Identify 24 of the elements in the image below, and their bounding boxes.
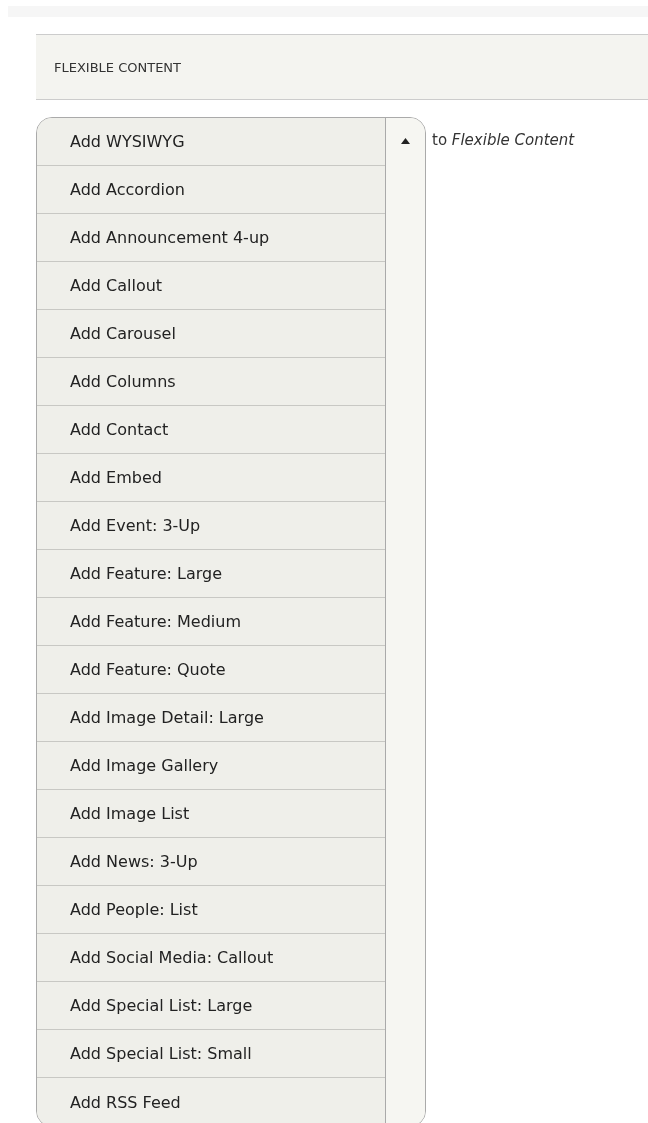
up-arrow-icon[interactable]: [401, 138, 410, 144]
add-menu-item[interactable]: Add Event: 3-Up: [37, 502, 385, 550]
section-title: FLEXIBLE CONTENT: [54, 59, 182, 75]
add-menu-item[interactable]: Add Columns: [37, 358, 385, 406]
add-menu-item[interactable]: Add RSS Feed: [37, 1078, 385, 1123]
add-menu-item[interactable]: Add Feature: Medium: [37, 598, 385, 646]
add-menu-item[interactable]: Add Callout: [37, 262, 385, 310]
add-menu-item[interactable]: Add WYSIWYG: [37, 118, 385, 166]
add-menu-item[interactable]: Add Accordion: [37, 166, 385, 214]
add-menu-item[interactable]: Add Contact: [37, 406, 385, 454]
add-menu-item[interactable]: Add Special List: Large: [37, 982, 385, 1030]
add-menu-item[interactable]: Add Special List: Small: [37, 1030, 385, 1078]
add-menu-item[interactable]: Add Feature: Large: [37, 550, 385, 598]
add-menu-item[interactable]: Add Carousel: [37, 310, 385, 358]
add-menu-item[interactable]: Add News: 3-Up: [37, 838, 385, 886]
add-menu-item[interactable]: Add Announcement 4-up: [37, 214, 385, 262]
add-menu-item[interactable]: Add Social Media: Callout: [37, 934, 385, 982]
target-label: to Flexible Content: [432, 131, 575, 149]
add-menu-item[interactable]: Add Embed: [37, 454, 385, 502]
add-menu-item[interactable]: Add Image Detail: Large: [37, 694, 385, 742]
add-menu-item[interactable]: Add People: List: [37, 886, 385, 934]
add-menu-item[interactable]: Add Image Gallery: [37, 742, 385, 790]
add-menu-item[interactable]: Add Image List: [37, 790, 385, 838]
add-menu-item[interactable]: Add Feature: Quote: [37, 646, 385, 694]
